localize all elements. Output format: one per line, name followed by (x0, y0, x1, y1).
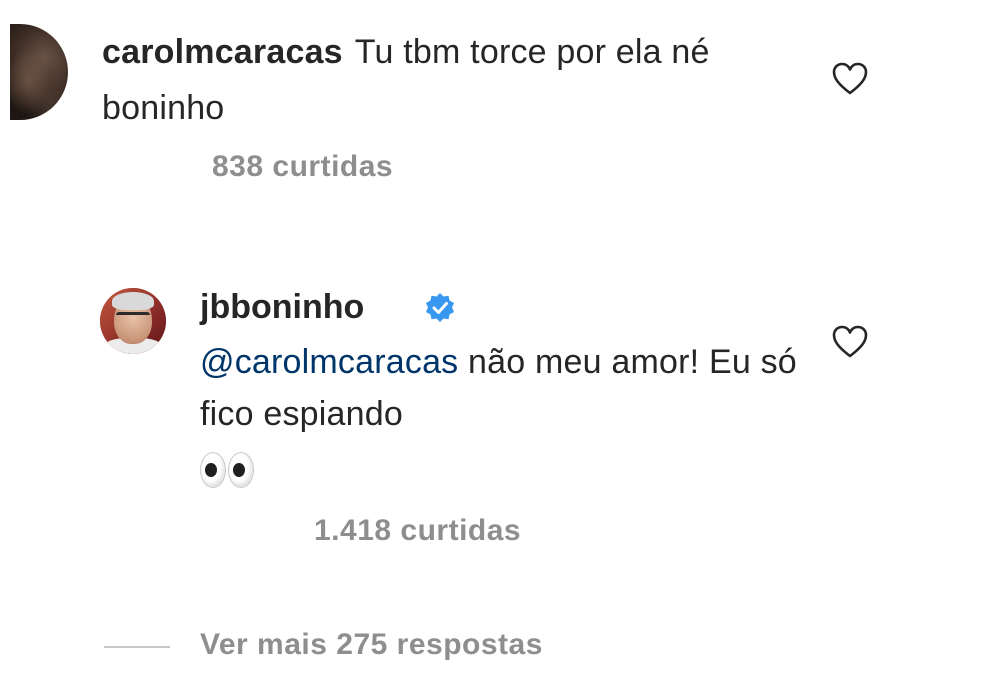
comment-username[interactable]: carolmcaracas (102, 33, 343, 71)
jbboninho-avatar[interactable] (100, 288, 166, 354)
avatar-hair (112, 292, 154, 310)
left-eye (200, 452, 226, 489)
avatar-image (10, 24, 68, 120)
right-eye (228, 452, 254, 489)
view-more-replies-button[interactable]: Ver mais 275 respostas (200, 628, 543, 662)
heart-icon[interactable] (832, 325, 868, 359)
likes-count[interactable]: 838 curtidas (212, 150, 393, 184)
eyes-emoji-icon (200, 452, 254, 489)
replies-divider (104, 646, 170, 648)
avatar-glasses (116, 312, 150, 323)
carolmcaracas-avatar[interactable] (10, 24, 68, 120)
verified-badge-icon (426, 293, 454, 322)
heart-icon[interactable] (832, 62, 868, 96)
comment-jbboninho: @carolmcaracas não meu amor! Eu só fico … (200, 336, 800, 492)
comment-carolmcaracas: carolmcaracas Tu tbm torce por ela né bon… (102, 24, 802, 136)
mention-link[interactable]: @carolmcaracas (200, 343, 458, 381)
likes-count[interactable]: 1.418 curtidas (314, 514, 521, 548)
comment-username[interactable]: jbboninho (200, 282, 364, 332)
